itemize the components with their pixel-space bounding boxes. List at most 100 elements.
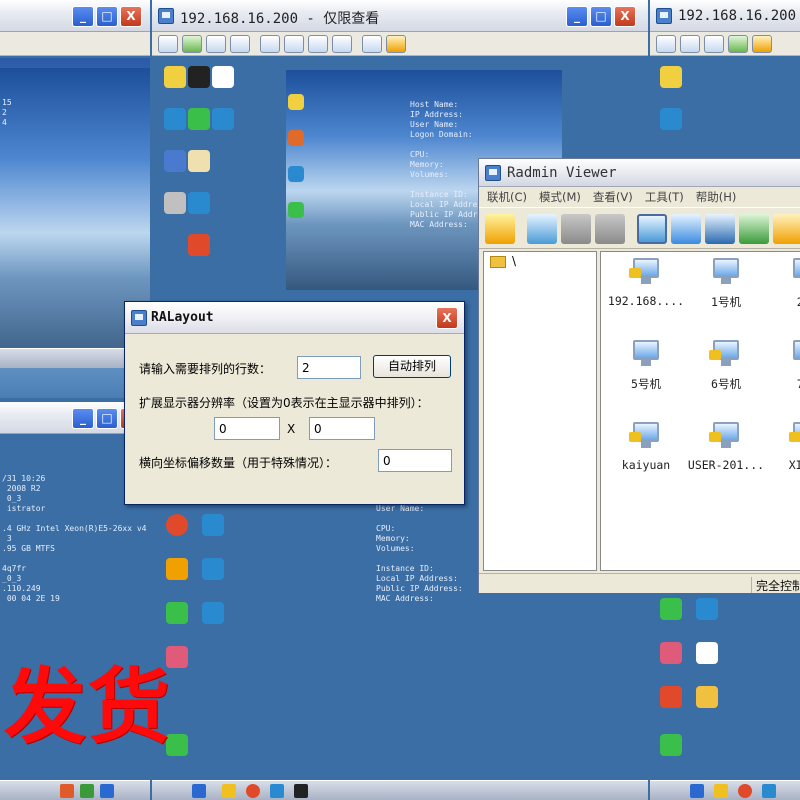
radmin-titlebar[interactable]: Radmin Viewer xyxy=(479,159,800,187)
chrome-icon[interactable] xyxy=(738,784,752,798)
center-window-titlebar[interactable]: 192.168.16.200 - 仅限查看 _ □ X xyxy=(152,0,648,32)
menu-connection[interactable]: 联机(C) xyxy=(487,189,527,205)
minimize-button[interactable]: _ xyxy=(72,6,94,27)
resolution-height-input[interactable] xyxy=(309,417,375,440)
desktop-icon[interactable] xyxy=(202,514,224,536)
chat-icon[interactable] xyxy=(182,34,202,53)
dialog-close-button[interactable]: X xyxy=(436,307,458,329)
menu-mode[interactable]: 模式(M) xyxy=(539,189,581,205)
resolution-width-input[interactable] xyxy=(214,417,280,440)
desktop-icon[interactable] xyxy=(212,108,234,130)
app-icon[interactable] xyxy=(762,784,776,798)
menu-view[interactable]: 查看(V) xyxy=(593,189,633,205)
transfer-icon[interactable] xyxy=(728,34,748,53)
connection-item[interactable]: XIANG xyxy=(763,422,800,492)
connection-item[interactable]: 1号机 xyxy=(683,258,769,328)
desktop-icon[interactable] xyxy=(166,602,188,624)
connection-item[interactable]: 192.168.... xyxy=(603,258,689,328)
view-only-icon[interactable] xyxy=(671,214,701,244)
desktop-icon[interactable] xyxy=(660,598,682,620)
terminal-icon[interactable] xyxy=(704,34,724,53)
desktop-icon[interactable] xyxy=(164,192,186,214)
connection-item[interactable]: 5号机 xyxy=(603,340,689,410)
desktop-icon[interactable] xyxy=(660,686,682,708)
app-icon[interactable] xyxy=(270,784,284,798)
shutdown-icon[interactable] xyxy=(752,34,772,53)
tree-root-label[interactable]: \ xyxy=(512,254,516,268)
desktop-icon[interactable] xyxy=(188,150,210,172)
connection-item[interactable]: 6号机 xyxy=(683,340,769,410)
maximize-button[interactable]: □ xyxy=(96,408,118,429)
file-transfer-icon[interactable] xyxy=(739,214,769,244)
fullscreen-icon[interactable] xyxy=(260,34,280,53)
chrome-icon[interactable] xyxy=(246,784,260,798)
offset-input[interactable] xyxy=(378,449,452,472)
connection-list[interactable]: 192.168.... 1号机 2号 5号机 6号机 7号 kaiyuan US… xyxy=(600,251,800,571)
desktop-icon[interactable] xyxy=(188,66,210,88)
refresh-icon[interactable] xyxy=(362,34,382,53)
connection-tree[interactable]: \ xyxy=(483,251,597,571)
full-control-icon[interactable] xyxy=(637,214,667,244)
minimize-button[interactable]: _ xyxy=(72,408,94,429)
folder-icon[interactable] xyxy=(696,686,718,708)
app-icon[interactable] xyxy=(714,784,728,798)
app-icon[interactable] xyxy=(80,784,94,798)
scale-icon[interactable] xyxy=(284,34,304,53)
minimize-button[interactable]: _ xyxy=(566,6,588,27)
desktop-icon[interactable] xyxy=(166,558,188,580)
telnet-icon[interactable] xyxy=(705,214,735,244)
view-icon[interactable] xyxy=(332,34,352,53)
rows-input[interactable] xyxy=(297,356,361,379)
app-icon[interactable] xyxy=(222,784,236,798)
app-icon[interactable] xyxy=(60,784,74,798)
desktop-icon[interactable] xyxy=(660,66,682,88)
auto-arrange-button[interactable]: 自动排列 xyxy=(373,355,451,378)
desktop-icon[interactable] xyxy=(660,108,682,130)
maximize-button[interactable]: □ xyxy=(590,6,612,27)
connection-item[interactable]: kaiyuan xyxy=(603,422,689,492)
properties-icon[interactable] xyxy=(595,214,625,244)
close-button[interactable]: X xyxy=(614,6,636,27)
add-connection-icon[interactable] xyxy=(527,214,557,244)
connect-icon[interactable] xyxy=(656,34,676,53)
desktop-icon[interactable] xyxy=(188,108,210,130)
right-window-titlebar[interactable]: 192.168.16.200 xyxy=(650,0,800,32)
tools-icon[interactable] xyxy=(386,34,406,53)
desktop-icon[interactable] xyxy=(164,108,186,130)
desktop-icon[interactable] xyxy=(696,598,718,620)
desktop-icon[interactable] xyxy=(212,66,234,88)
shutdown-icon[interactable] xyxy=(773,214,800,244)
rows-label: 请输入需要排列的行数： xyxy=(139,362,272,376)
start-icon[interactable] xyxy=(192,784,206,798)
connection-item[interactable]: 7号 xyxy=(763,340,800,410)
voice-icon[interactable] xyxy=(206,34,226,53)
message-icon[interactable] xyxy=(230,34,250,53)
menu-tools[interactable]: 工具(T) xyxy=(645,189,684,205)
desktop-icon[interactable] xyxy=(188,234,210,256)
connection-item[interactable]: USER-201... xyxy=(683,422,769,492)
desktop-icon[interactable] xyxy=(202,602,224,624)
app-icon[interactable] xyxy=(100,784,114,798)
delete-connection-icon[interactable] xyxy=(561,214,591,244)
fit-icon[interactable] xyxy=(308,34,328,53)
menu-help[interactable]: 帮助(H) xyxy=(696,189,737,205)
maximize-button[interactable]: □ xyxy=(96,6,118,27)
desktop-icon[interactable] xyxy=(188,192,210,214)
dialog-titlebar[interactable]: RALayout X xyxy=(125,302,464,334)
close-button[interactable]: X xyxy=(120,6,142,27)
desktop-icon[interactable] xyxy=(696,642,718,664)
desktop-icon[interactable] xyxy=(660,734,682,756)
terminal-icon[interactable] xyxy=(294,784,308,798)
connect-icon[interactable] xyxy=(158,34,178,53)
left-taskbar xyxy=(0,780,150,800)
desktop-icon[interactable] xyxy=(164,150,186,172)
connect-lightning-icon[interactable] xyxy=(485,214,515,244)
start-icon[interactable] xyxy=(690,784,704,798)
view-icon[interactable] xyxy=(680,34,700,53)
desktop-icon[interactable] xyxy=(202,558,224,580)
chrome-icon[interactable] xyxy=(166,514,188,536)
desktop-icon[interactable] xyxy=(660,642,682,664)
left-window-titlebar[interactable]: _ □ X xyxy=(0,0,150,32)
desktop-icon[interactable] xyxy=(164,66,186,88)
connection-item[interactable]: 2号 xyxy=(763,258,800,328)
